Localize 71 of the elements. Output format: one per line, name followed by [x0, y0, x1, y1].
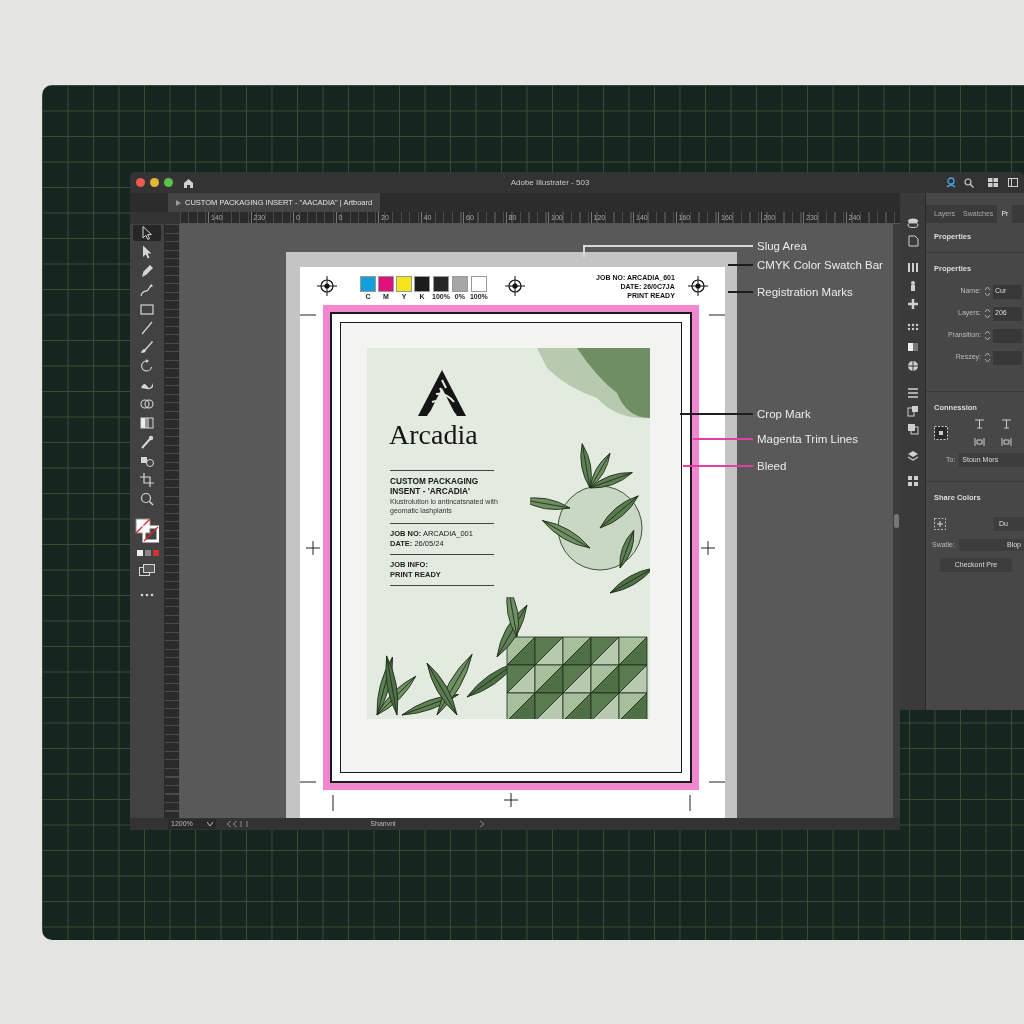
pages-icon[interactable]	[906, 405, 919, 417]
line-icon	[139, 320, 155, 336]
gradient-icon	[139, 415, 155, 431]
callout-label: CMYK Color Swatch Bar	[757, 258, 883, 272]
crop-mark	[305, 540, 321, 556]
grid-icon[interactable]	[988, 178, 998, 187]
letter-a-logo-icon	[416, 368, 468, 418]
window-title: Adobe Illustrater - 503	[509, 176, 591, 189]
callout-label: Crop Mark	[757, 407, 811, 421]
plus-icon[interactable]	[906, 298, 919, 310]
spinner-icon[interactable]	[984, 286, 991, 297]
stack-icon[interactable]	[906, 217, 919, 229]
page-icon[interactable]	[906, 235, 919, 247]
globe-icon[interactable]	[906, 360, 919, 372]
brush-icon	[139, 339, 155, 355]
crop-mark	[689, 794, 691, 812]
crop-mark	[708, 781, 725, 783]
caret-icon	[176, 199, 181, 206]
fill-stroke-icon[interactable]	[135, 518, 159, 544]
crop-mark	[700, 540, 716, 556]
callout-label: Slug Area	[757, 239, 807, 253]
shape-builder-icon	[139, 396, 155, 412]
grid-icon[interactable]	[906, 475, 919, 487]
layers-icon[interactable]	[906, 450, 919, 462]
distribute-icon[interactable]	[974, 436, 985, 447]
navigation-arrows-icon[interactable]	[226, 821, 248, 827]
more-icon[interactable]	[140, 593, 154, 597]
pen-icon	[139, 263, 155, 279]
crop-mark	[300, 781, 317, 783]
rectangle-icon	[139, 301, 155, 317]
user-icon[interactable]	[946, 177, 956, 188]
caret-icon	[207, 822, 213, 826]
brand-name: Arcadia	[389, 420, 479, 450]
selection-arrow-icon	[139, 225, 155, 241]
close-button[interactable]	[136, 178, 145, 187]
callout-label: Bleed	[757, 459, 787, 473]
color-mode-icon[interactable]	[135, 549, 159, 557]
zoom-button[interactable]	[164, 178, 173, 187]
crop-mark	[300, 314, 317, 316]
spinner-icon[interactable]	[984, 352, 991, 363]
callout-label: Registration Marks	[757, 285, 853, 299]
crop-mark	[503, 792, 519, 808]
selection-box-icon[interactable]	[934, 425, 948, 440]
home-icon[interactable]	[183, 177, 194, 188]
registration-mark-icon	[504, 276, 525, 296]
lines-icon[interactable]	[906, 387, 919, 399]
eyedropper-icon	[139, 434, 155, 450]
rotate-icon	[139, 358, 155, 374]
pages-icon[interactable]	[906, 423, 919, 435]
align-right-icon[interactable]	[1001, 418, 1012, 429]
zoom-icon	[139, 491, 155, 507]
insert-title: CUSTOM PACKAGING INSENT - 'ARCADIA'	[390, 476, 480, 496]
screen-mode-icon[interactable]	[139, 564, 155, 576]
crop-mark	[332, 794, 334, 812]
gradient-icon[interactable]	[906, 341, 919, 353]
registration-mark-icon	[687, 276, 708, 296]
callout-label: Magenta Trim Lines	[757, 432, 858, 446]
add-icon[interactable]	[934, 518, 946, 530]
scrollbar[interactable]	[893, 224, 900, 818]
search-icon[interactable]	[964, 177, 974, 188]
distribute-icon[interactable]	[1001, 436, 1012, 447]
curvature-pen-icon	[139, 282, 155, 298]
crop-icon	[139, 472, 155, 488]
align-top-icon[interactable]	[974, 418, 985, 429]
tool-button[interactable]	[133, 225, 161, 241]
registration-mark-icon	[317, 276, 337, 296]
spinner-icon[interactable]	[984, 330, 991, 341]
spinner-icon[interactable]	[984, 308, 991, 319]
panel-icon[interactable]	[1008, 178, 1018, 187]
minimize-button[interactable]	[150, 178, 159, 187]
crop-mark	[708, 314, 725, 316]
